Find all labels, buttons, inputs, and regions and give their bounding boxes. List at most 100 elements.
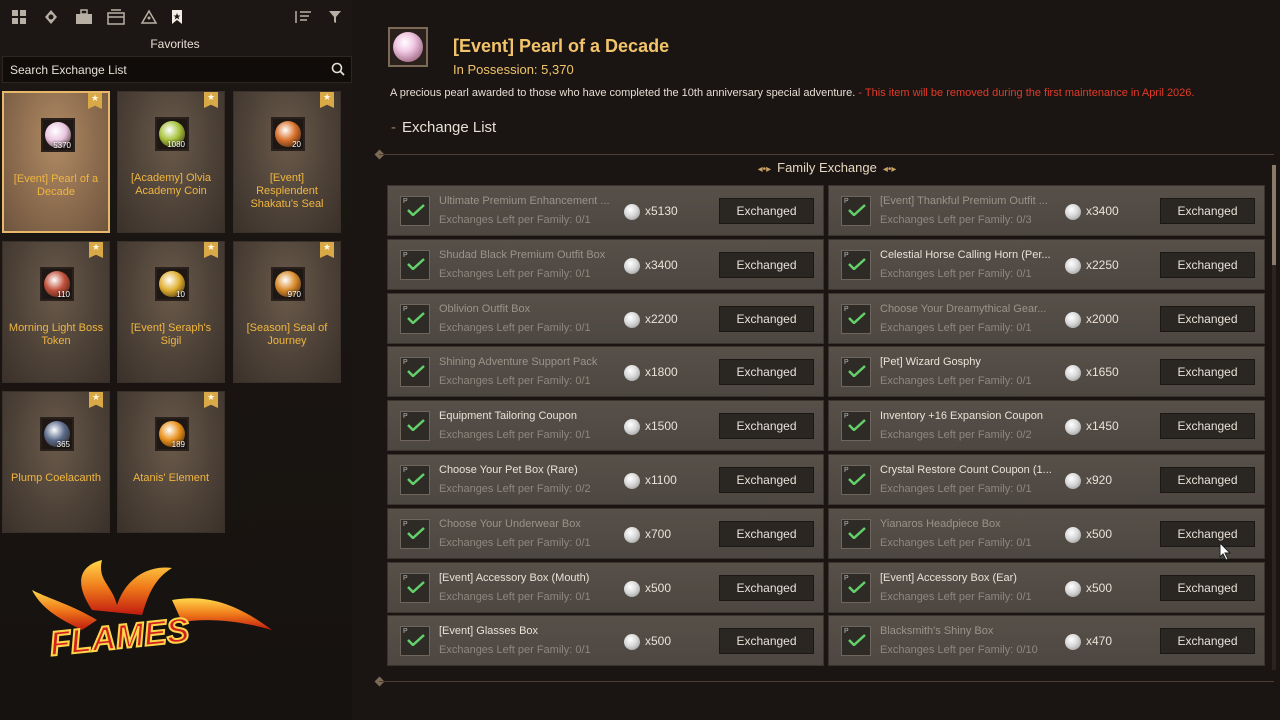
checkbox[interactable]: P — [841, 519, 871, 549]
exchanged-button[interactable]: Exchanged — [1160, 306, 1255, 332]
exchanges-left: Exchanges Left per Family: 0/1 — [880, 322, 1032, 334]
checkbox[interactable]: P — [400, 519, 430, 549]
checkbox[interactable]: P — [400, 626, 430, 656]
checkbox[interactable]: P — [400, 465, 430, 495]
checkbox[interactable]: P — [400, 357, 430, 387]
exchanged-button[interactable]: Exchanged — [719, 521, 814, 547]
currency-card[interactable]: ★ 970 [Season] Seal of Journey — [233, 241, 341, 383]
pearl-cost-icon — [1065, 312, 1081, 328]
exchanged-button[interactable]: Exchanged — [1160, 359, 1255, 385]
exchanged-button[interactable]: Exchanged — [719, 198, 814, 224]
cost-value: x500 — [645, 581, 672, 595]
exchanged-button[interactable]: Exchanged — [1160, 521, 1255, 547]
exchange-row: P [Event] Thankful Premium Outfit ... Exch… — [828, 185, 1265, 236]
search-icon[interactable] — [331, 62, 345, 76]
checkbox[interactable]: P — [841, 465, 871, 495]
section-header: ◂•▸ Family Exchange ◂•▸ — [387, 160, 1267, 180]
exchange-row: P Choose Your Dreamythical Gear... Exchang… — [828, 293, 1265, 344]
filter-icon[interactable] — [324, 6, 346, 28]
map-pin-icon[interactable] — [40, 6, 62, 28]
exchanged-button[interactable]: Exchanged — [1160, 575, 1255, 601]
item-title: [Event] Pearl of a Decade — [453, 36, 670, 56]
exchanged-button[interactable]: Exchanged — [1160, 198, 1255, 224]
exchanges-left: Exchanges Left per Family: 0/1 — [439, 268, 591, 280]
sort-icon[interactable] — [292, 6, 314, 28]
briefcase-icon[interactable] — [73, 6, 95, 28]
exchanged-button[interactable]: Exchanged — [719, 413, 814, 439]
exchanged-button[interactable]: Exchanged — [719, 306, 814, 332]
checkbox[interactable]: P — [841, 196, 871, 226]
item-description: A precious pearl awarded to those who ha… — [390, 87, 1194, 99]
search-input[interactable] — [3, 57, 323, 82]
checkmark-icon — [848, 419, 866, 431]
checkmark-icon — [407, 419, 425, 431]
checkmark-icon — [848, 581, 866, 593]
scrollbar-thumb[interactable] — [1272, 165, 1276, 265]
currency-card[interactable]: ★ 365 Plump Coelacanth — [2, 391, 110, 533]
exchanged-button[interactable]: Exchanged — [1160, 628, 1255, 654]
currency-card[interactable]: ★ 5370 [Event] Pearl of a Decade — [2, 91, 110, 233]
pearl-cost-icon — [1065, 365, 1081, 381]
checkbox[interactable]: P — [841, 626, 871, 656]
exchanged-button[interactable]: Exchanged — [719, 628, 814, 654]
exchange-row: P [Event] Glasses Box Exchanges Left per F… — [387, 615, 824, 666]
favorite-star-icon[interactable]: ★ — [320, 242, 334, 258]
pearl-icon — [388, 27, 428, 67]
checkbox[interactable]: P — [400, 250, 430, 280]
pearl-cost-icon — [1065, 634, 1081, 650]
checkmark-icon — [407, 365, 425, 377]
bookmark-icon[interactable] — [166, 6, 188, 28]
exchanged-button[interactable]: Exchanged — [719, 252, 814, 278]
checkbox[interactable]: P — [841, 250, 871, 280]
exchanged-button[interactable]: Exchanged — [719, 575, 814, 601]
checkmark-icon — [407, 527, 425, 539]
exchanged-button[interactable]: Exchanged — [719, 467, 814, 493]
exchanged-button[interactable]: Exchanged — [1160, 252, 1255, 278]
checkbox[interactable]: P — [400, 304, 430, 334]
exchanged-button[interactable]: Exchanged — [719, 359, 814, 385]
favorite-star-icon[interactable]: ★ — [89, 392, 103, 408]
exchange-row: P Inventory +16 Expansion Coupon Exchanges… — [828, 400, 1265, 451]
scrollbar[interactable] — [1272, 165, 1276, 670]
exchanges-left: Exchanges Left per Family: 0/1 — [439, 429, 591, 441]
currency-card[interactable]: ★ 189 Atanis' Element — [117, 391, 225, 533]
checkbox[interactable]: P — [841, 411, 871, 441]
favorite-star-icon[interactable]: ★ — [204, 392, 218, 408]
currency-name: [Academy] Olvia Academy Coin — [130, 172, 212, 197]
currency-card[interactable]: ★ 1080 [Academy] Olvia Academy Coin — [117, 91, 225, 233]
box-icon[interactable] — [105, 6, 127, 28]
favorite-star-icon[interactable]: ★ — [88, 93, 102, 109]
checkbox[interactable]: P — [841, 304, 871, 334]
checkmark-icon — [407, 473, 425, 485]
currency-count: 110 — [57, 290, 70, 299]
checkmark-icon — [848, 634, 866, 646]
item-name: [Event] Glasses Box — [439, 625, 539, 637]
pearl-cost-icon — [1065, 419, 1081, 435]
favorite-star-icon[interactable]: ★ — [204, 92, 218, 108]
grid-icon[interactable] — [8, 6, 30, 28]
checkbox[interactable]: P — [841, 357, 871, 387]
cost-value: x3400 — [1086, 204, 1119, 218]
currency-card[interactable]: ★ 20 [Event] Resplendent Shakatu's Seal — [233, 91, 341, 233]
favorite-star-icon[interactable]: ★ — [320, 92, 334, 108]
currency-card[interactable]: ★ 110 Morning Light Boss Token — [2, 241, 110, 383]
divider — [379, 154, 1274, 155]
exchanged-button[interactable]: Exchanged — [1160, 467, 1255, 493]
checkbox[interactable]: P — [841, 573, 871, 603]
checkbox[interactable]: P — [400, 411, 430, 441]
cost-value: x1450 — [1086, 419, 1119, 433]
cost-value: x2250 — [1086, 258, 1119, 272]
favorite-star-icon[interactable]: ★ — [89, 242, 103, 258]
currency-icon: 5370 — [41, 118, 75, 152]
exchanged-button[interactable]: Exchanged — [1160, 413, 1255, 439]
search-box[interactable] — [2, 56, 352, 83]
currency-icon: 189 — [155, 417, 189, 451]
currency-card[interactable]: ★ 10 [Event] Seraph's Sigil — [117, 241, 225, 383]
checkbox[interactable]: P — [400, 573, 430, 603]
tree-icon[interactable] — [138, 6, 160, 28]
currency-name: [Event] Pearl of a Decade — [13, 173, 99, 198]
checkbox[interactable]: P — [400, 196, 430, 226]
item-name: Inventory +16 Expansion Coupon — [880, 410, 1043, 422]
favorite-star-icon[interactable]: ★ — [204, 242, 218, 258]
currency-name: Morning Light Boss Token — [8, 322, 104, 347]
